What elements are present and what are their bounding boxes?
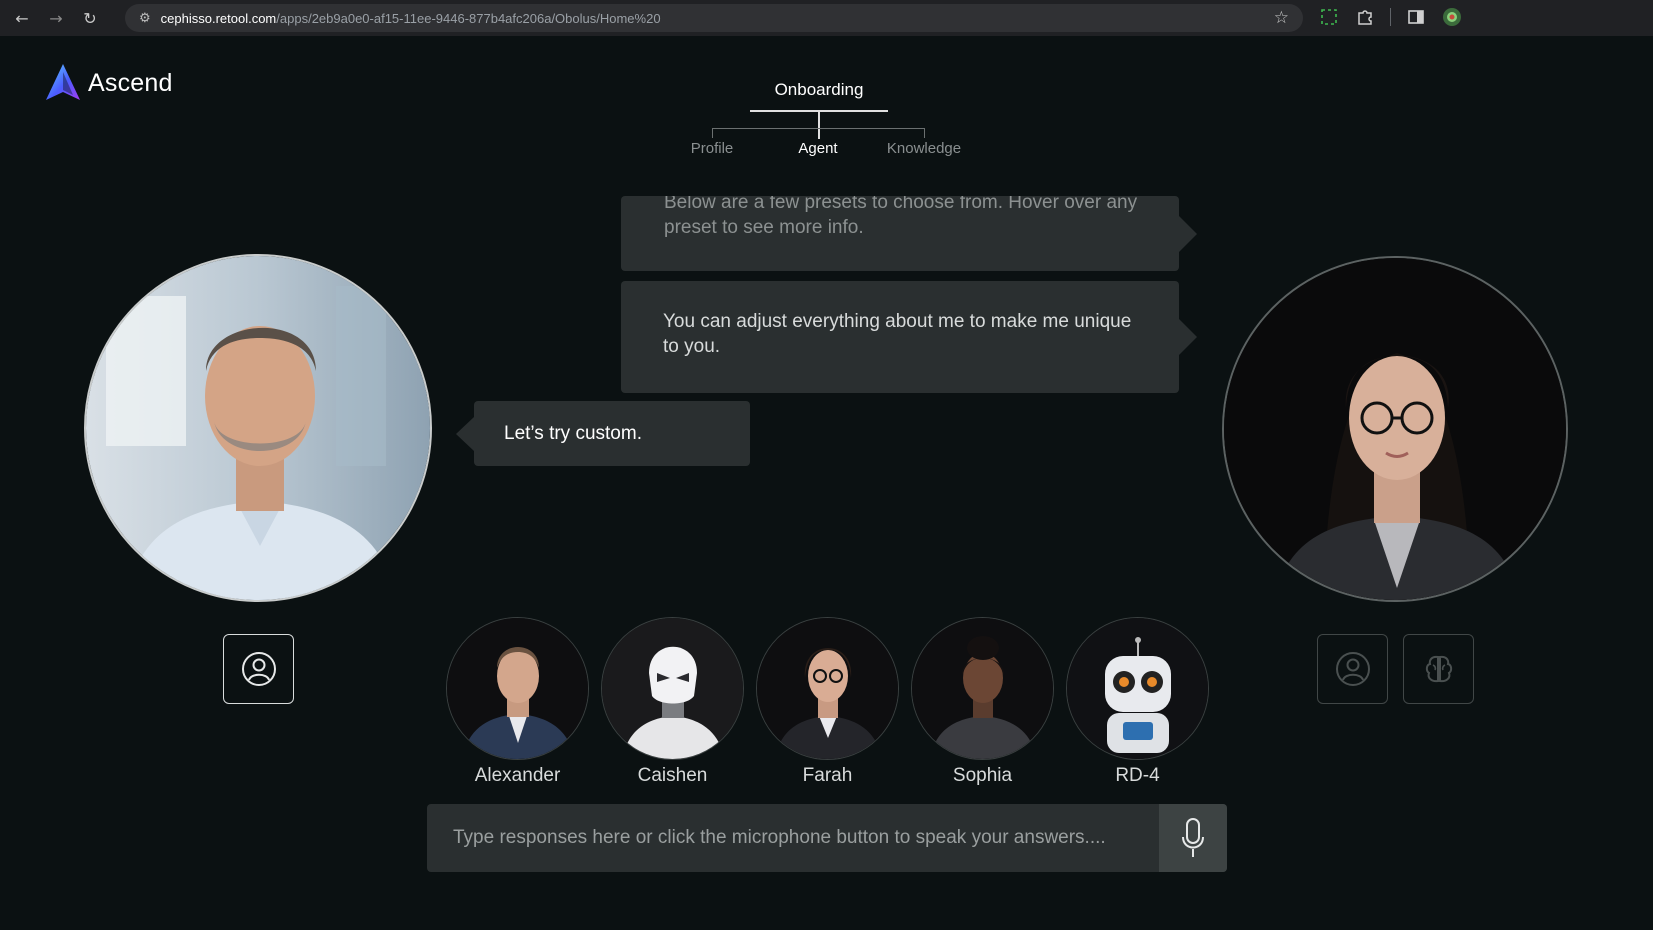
stepper-connector <box>818 111 820 139</box>
preset-farah[interactable]: Farah <box>756 617 899 787</box>
extension-icons <box>1318 6 1463 28</box>
preset-sophia[interactable]: Sophia <box>911 617 1054 787</box>
response-input-bar <box>427 804 1227 872</box>
profile-avatar-icon[interactable] <box>1441 6 1463 28</box>
stepper-title: Onboarding <box>774 80 864 99</box>
url-path: /apps/2eb9a0e0-af15-11ee-9446-877b4afc20… <box>276 10 661 26</box>
reload-icon[interactable]: ↻ <box>78 6 102 30</box>
preset-name: Farah <box>802 765 853 786</box>
response-input[interactable] <box>427 804 1159 872</box>
step-knowledge[interactable]: Knowledge <box>887 140 961 157</box>
agent-message: Below are a few presets to choose from. … <box>621 192 1179 271</box>
back-arrow-icon[interactable]: ← <box>10 6 34 30</box>
agent-profile-button[interactable] <box>1317 634 1388 704</box>
user-profile-button[interactable] <box>223 634 294 704</box>
screenshot-extension-icon[interactable] <box>1318 6 1340 28</box>
address-bar[interactable]: ⚙ cephisso.retool.com/apps/2eb9a0e0-af15… <box>125 4 1303 32</box>
preset-avatar[interactable] <box>911 617 1054 760</box>
user-circle-icon <box>241 652 276 686</box>
preset-avatar[interactable] <box>446 617 589 760</box>
stepper-branch-line <box>712 128 925 129</box>
site-settings-icon[interactable]: ⚙ <box>139 10 151 26</box>
puzzle-extensions-icon[interactable] <box>1354 6 1376 28</box>
preset-name: Sophia <box>952 765 1013 786</box>
preset-name: RD-4 <box>1115 765 1160 786</box>
preset-alexander[interactable]: Alexander <box>446 617 589 787</box>
preset-avatar[interactable] <box>1066 617 1209 760</box>
stepper-tick <box>712 128 713 138</box>
user-avatar <box>84 254 432 602</box>
user-message: Let’s try custom. <box>474 401 750 466</box>
step-agent[interactable]: Agent <box>798 140 837 157</box>
agent-knowledge-button[interactable] <box>1403 634 1474 704</box>
preset-name: Alexander <box>474 765 561 786</box>
bookmark-star-icon[interactable]: ☆ <box>1274 8 1289 28</box>
user-message-text: Let’s try custom. <box>504 423 642 444</box>
preset-rd-4[interactable]: RD-4 <box>1066 617 1209 787</box>
browser-toolbar: ← → ↻ ⚙ cephisso.retool.com/apps/2eb9a0e… <box>0 0 1653 36</box>
forward-arrow-icon[interactable]: → <box>44 6 68 30</box>
chat-scroll-mask <box>600 160 1220 196</box>
brain-icon <box>1425 655 1452 683</box>
side-panel-icon[interactable] <box>1405 6 1427 28</box>
stepper-tick <box>924 128 925 138</box>
agent-avatar <box>1222 256 1568 602</box>
preset-name: Caishen <box>637 765 708 786</box>
url-host: cephisso.retool.com <box>160 10 277 26</box>
microphone-icon <box>1182 818 1204 857</box>
user-circle-icon <box>1335 652 1370 686</box>
agent-message-text: Below are a few presets to choose from. … <box>664 192 1138 238</box>
agent-message: You can adjust everything about me to ma… <box>621 281 1179 393</box>
toolbar-divider <box>1390 8 1391 26</box>
app-logo[interactable]: Ascend <box>44 62 173 104</box>
logo-text: Ascend <box>88 68 173 97</box>
preset-caishen[interactable]: Caishen <box>601 617 744 787</box>
preset-avatar[interactable] <box>756 617 899 760</box>
microphone-button[interactable] <box>1159 804 1227 872</box>
preset-avatar[interactable] <box>601 617 744 760</box>
agent-message-text: You can adjust everything about me to ma… <box>663 311 1132 357</box>
ascend-logo-icon <box>46 64 80 100</box>
step-profile[interactable]: Profile <box>691 140 734 157</box>
